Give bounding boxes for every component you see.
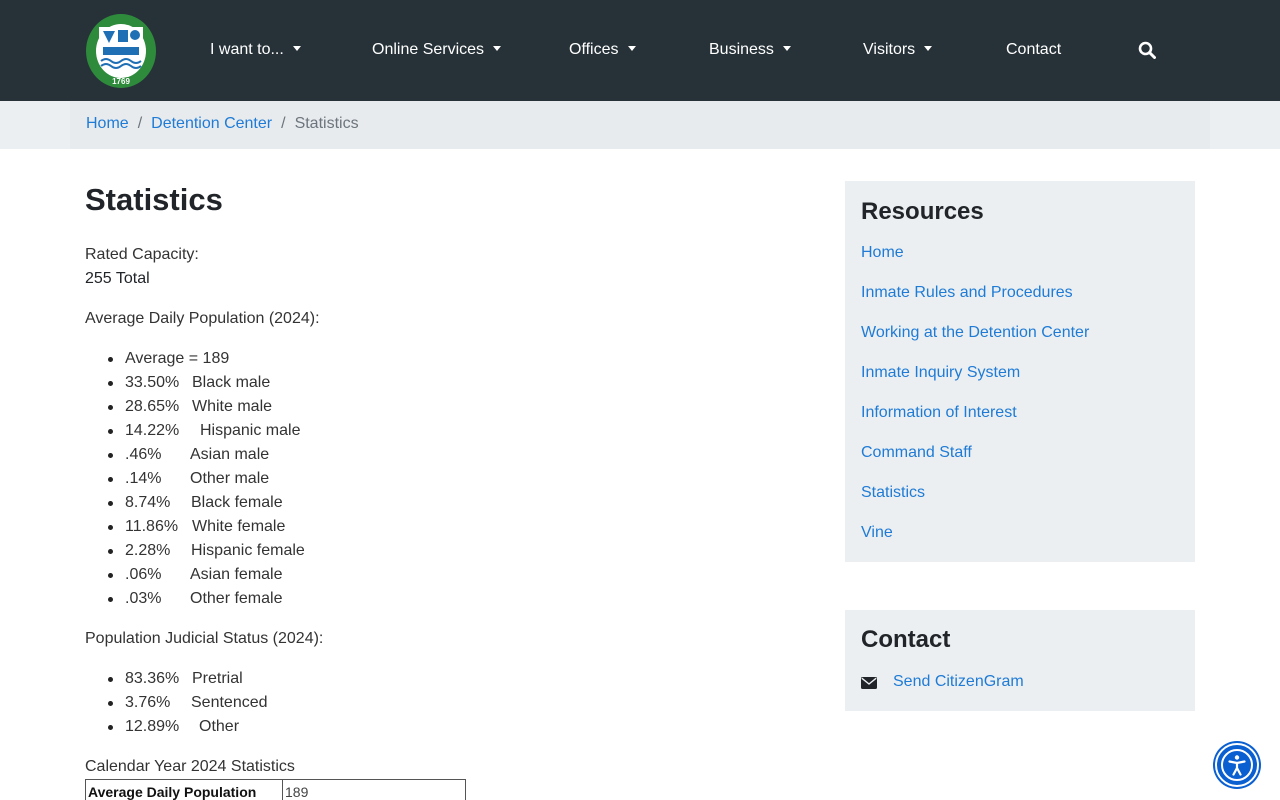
resources-link-vine[interactable]: Vine bbox=[861, 523, 893, 543]
breadcrumb-home[interactable]: Home bbox=[86, 115, 129, 132]
list-item: 14.22% Hispanic male bbox=[105, 419, 305, 443]
accessibility-button[interactable] bbox=[1215, 743, 1259, 787]
page-title: Statistics bbox=[85, 182, 223, 217]
stat-label: Asian male bbox=[190, 446, 270, 463]
resources-link-inmate-inquiry[interactable]: Inmate Inquiry System bbox=[861, 363, 1020, 383]
nav-i-want-to[interactable]: I want to... bbox=[210, 38, 301, 62]
send-citizengram-link[interactable]: Send CitizenGram bbox=[893, 672, 1024, 692]
breadcrumb: Home / Detention Center / Statistics bbox=[86, 114, 359, 134]
resources-link-statistics[interactable]: Statistics bbox=[861, 483, 925, 503]
list-item: 3.76% Sentenced bbox=[105, 691, 268, 715]
stat-percent: 3.76% bbox=[125, 694, 171, 711]
chevron-down-icon bbox=[924, 46, 933, 51]
list-item: 83.36% Pretrial bbox=[105, 667, 268, 691]
avg-pop-heading: Average Daily Population (2024): bbox=[85, 310, 320, 327]
resources-link-command-staff[interactable]: Command Staff bbox=[861, 443, 972, 463]
list-item: .46% Asian male bbox=[105, 443, 305, 467]
nav-online-services[interactable]: Online Services bbox=[372, 38, 502, 62]
list-item: Average = 189 bbox=[105, 347, 305, 371]
nav-offices[interactable]: Offices bbox=[569, 38, 636, 62]
stat-percent: 12.89% bbox=[125, 718, 180, 735]
judicial-status-heading: Population Judicial Status (2024): bbox=[85, 630, 324, 647]
accessibility-icon bbox=[1221, 749, 1253, 781]
stat-label: Other female bbox=[190, 590, 283, 607]
resources-link-inmate-rules[interactable]: Inmate Rules and Procedures bbox=[861, 283, 1073, 303]
stat-percent: .46% bbox=[125, 446, 162, 463]
chevron-down-icon bbox=[292, 46, 301, 51]
resources-link-home[interactable]: Home bbox=[861, 243, 904, 263]
stat-label: Sentenced bbox=[191, 694, 268, 711]
list-item: 2.28% Hispanic female bbox=[105, 539, 305, 563]
list-item: 11.86% White female bbox=[105, 515, 305, 539]
stat-percent: 8.74% bbox=[125, 494, 171, 511]
chevron-down-icon bbox=[493, 46, 502, 51]
breadcrumb-separator: / bbox=[281, 115, 286, 132]
list-item: .03% Other female bbox=[105, 587, 305, 611]
stat-percent: 83.36% bbox=[125, 670, 180, 687]
resources-link-working[interactable]: Working at the Detention Center bbox=[861, 323, 1089, 343]
nav-label: Contact bbox=[1006, 41, 1062, 58]
avg-pop-list: Average = 189 33.50% Black male 28.65% Whi… bbox=[105, 347, 305, 611]
beaufort-county-seal-logo[interactable]: 1769 bbox=[85, 13, 157, 89]
table-cell-label: Average Daily Population bbox=[85, 779, 283, 800]
list-item: 12.89% Other bbox=[105, 715, 268, 739]
stat-percent: 2.28% bbox=[125, 542, 171, 559]
stat-percent: 33.50% bbox=[125, 374, 180, 391]
site-header: 1769 I want to... Online Services Office… bbox=[0, 0, 1280, 101]
stat-label: Black male bbox=[192, 374, 271, 391]
nav-label: Online Services bbox=[372, 41, 485, 58]
breadcrumb-separator: / bbox=[137, 115, 143, 132]
rated-capacity-value: 255 Total bbox=[85, 270, 150, 287]
stat-percent: .03% bbox=[125, 590, 162, 607]
stat-label: Pretrial bbox=[192, 670, 243, 687]
breadcrumb-detention-center[interactable]: Detention Center bbox=[151, 115, 272, 132]
nav-label: I want to... bbox=[210, 41, 284, 58]
breadcrumb-current: Statistics bbox=[294, 115, 359, 132]
search-icon[interactable] bbox=[1138, 41, 1156, 59]
stat-percent: .06% bbox=[125, 566, 162, 583]
nav-visitors[interactable]: Visitors bbox=[863, 38, 933, 62]
stat-value: Average = 189 bbox=[125, 350, 230, 367]
stat-label: Hispanic male bbox=[200, 422, 301, 439]
chevron-down-icon bbox=[627, 46, 636, 51]
contact-title: Contact bbox=[861, 626, 951, 653]
stat-label: White female bbox=[192, 518, 286, 535]
calendar-heading: Calendar Year 2024 Statistics bbox=[85, 758, 295, 775]
table-row: Average Daily Population 189 bbox=[85, 779, 466, 800]
stat-percent: 28.65% bbox=[125, 398, 180, 415]
nav-label: Visitors bbox=[863, 41, 916, 58]
resources-panel: Resources Home Inmate Rules and Procedur… bbox=[845, 181, 1195, 562]
nav-label: Offices bbox=[569, 41, 619, 58]
resources-link-information[interactable]: Information of Interest bbox=[861, 403, 1017, 423]
contact-panel: Contact Send CitizenGram bbox=[845, 610, 1195, 711]
stat-label: Other male bbox=[190, 470, 270, 487]
list-item: .06% Asian female bbox=[105, 563, 305, 587]
stat-label: Asian female bbox=[190, 566, 283, 583]
stat-label: Black female bbox=[191, 494, 283, 511]
stat-percent: .14% bbox=[125, 470, 162, 487]
logo-year: 1769 bbox=[112, 77, 130, 86]
stat-label: Other bbox=[199, 718, 240, 735]
nav-contact[interactable]: Contact bbox=[1006, 38, 1061, 62]
stat-percent: 11.86% bbox=[125, 518, 179, 535]
chevron-down-icon bbox=[782, 46, 791, 51]
resources-title: Resources bbox=[861, 198, 984, 225]
list-item: 28.65% White male bbox=[105, 395, 305, 419]
list-item: 8.74% Black female bbox=[105, 491, 305, 515]
judicial-status-list: 83.36% Pretrial 3.76% Sentenced 12.89% Othe… bbox=[105, 667, 268, 739]
table-cell-value: 189 bbox=[282, 779, 466, 800]
nav-business[interactable]: Business bbox=[709, 38, 791, 62]
list-item: 33.50% Black male bbox=[105, 371, 305, 395]
nav-label: Business bbox=[709, 41, 774, 58]
rated-capacity-label: Rated Capacity: bbox=[85, 246, 199, 263]
stat-label: White male bbox=[192, 398, 273, 415]
calendar-stats-table: Average Daily Population 189 bbox=[85, 779, 466, 800]
stat-percent: 14.22% bbox=[125, 422, 180, 439]
stat-label: Hispanic female bbox=[191, 542, 305, 559]
envelope-icon bbox=[861, 677, 877, 689]
list-item: .14% Other male bbox=[105, 467, 305, 491]
